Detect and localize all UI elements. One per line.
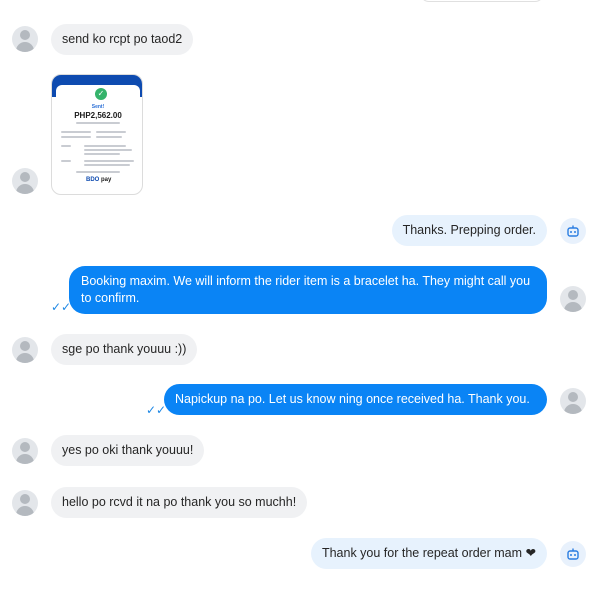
incoming-message: send ko rcpt po taod2 [51,24,194,55]
success-check-icon: ✓ [95,88,107,100]
agent-avatar [560,388,586,414]
receipt-amount: PHP2,562.00 [74,111,122,120]
incoming-message: hello po rcvd it na po thank you so much… [51,487,308,518]
receipt-image[interactable]: ✓ Sent! PHP2,562.00 BDO pay [51,74,143,195]
receipt-brand-logo: BDO pay [86,177,112,183]
outgoing-message: Napickup na po. Let us know ning once re… [164,384,547,415]
chat-thread: send ko rcpt po taod2 ✓ Sent! PHP2,562.0… [0,0,597,597]
incoming-message: sge po thank youuu :)) [51,334,198,365]
contact-avatar [12,26,38,52]
outgoing-message: Thank you for the repeat order mam ❤ [310,538,547,569]
bot-icon [560,541,586,567]
agent-avatar [560,286,586,312]
contact-avatar [12,168,38,194]
contact-avatar [12,438,38,464]
read-receipt-icon: ✓✓ [51,300,72,314]
incoming-message: yes po oki thank youuu! [51,435,205,466]
read-receipt-icon: ✓✓ [146,403,167,417]
bot-icon [560,218,586,244]
contact-avatar [12,490,38,516]
outgoing-message: Booking maxim. We will inform the rider … [69,266,547,314]
contact-avatar [12,337,38,363]
scroll-top-button[interactable] [420,0,544,2]
outgoing-message: Thanks. Prepping order. [391,215,547,246]
receipt-status: Sent! [91,104,105,110]
